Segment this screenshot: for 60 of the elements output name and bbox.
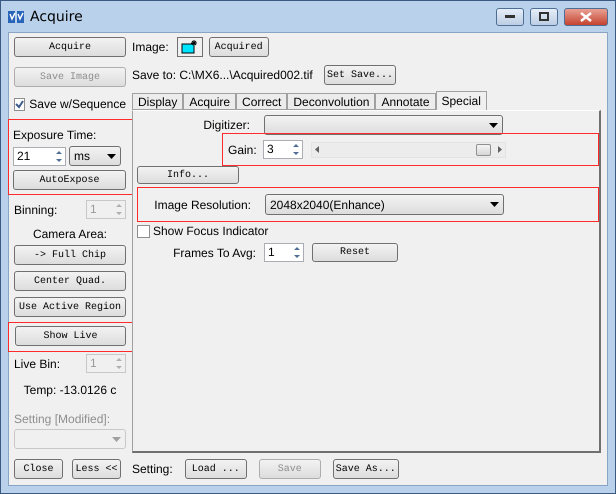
checkbox-label: Save w/Sequence (29, 97, 126, 111)
minimize-button[interactable] (496, 8, 524, 26)
spin-field[interactable]: 3 (263, 140, 303, 159)
live-bin-label: Live Bin: (14, 356, 62, 370)
temperature-reading: Temp: -13.0126 c (22, 383, 118, 397)
show-live-button[interactable]: Show Live (15, 326, 126, 346)
unit-dropdown[interactable]: ms (69, 146, 121, 166)
new-image-icon[interactable] (176, 37, 203, 57)
close-icon (580, 12, 592, 22)
autoexpose-button[interactable]: AutoExpose (13, 170, 126, 190)
camera-area-label: Camera Area: (32, 227, 108, 241)
tab[interactable]: Deconvolution (287, 93, 376, 110)
checkbox-label: Show Focus Indicator (153, 224, 268, 238)
setting-label: Setting [Modified]: (14, 412, 112, 426)
resolution-dropdown[interactable]: 2048x2040(Enhance) (265, 194, 504, 215)
tab[interactable]: Annotate (375, 93, 436, 110)
tab[interactable]: Acquire (183, 93, 236, 110)
window-title: Acquire (30, 8, 84, 24)
dropdown-caret-icon (490, 202, 499, 207)
acquire-button[interactable]: Acquire (14, 37, 126, 57)
checkbox[interactable] (137, 224, 150, 238)
setting-label: Setting: (132, 462, 173, 476)
tab[interactable]: Correct (236, 93, 288, 110)
less-button[interactable]: Less << (72, 459, 121, 479)
resolution-label: Image Resolution: (153, 198, 251, 212)
save-path-text: Save to: C:\MX6...\Acquired002.tif (132, 68, 314, 82)
digitizer-label: Digitizer: (202, 118, 250, 132)
close-window-button[interactable] (564, 8, 608, 26)
dropdown-caret-icon (112, 436, 121, 442)
acquired-image-button[interactable]: Acquired (208, 37, 269, 57)
dropdown-caret-icon (107, 154, 116, 158)
scroll-right-icon[interactable] (498, 146, 502, 153)
spin-field[interactable]: 21 (13, 146, 66, 166)
minimize-icon (505, 14, 515, 18)
info-button[interactable]: Info... (137, 166, 239, 184)
close-button[interactable]: Close (14, 459, 63, 479)
reset-button[interactable]: Reset (312, 243, 398, 262)
setting-button[interactable]: Load ... (184, 459, 247, 479)
set-save-button[interactable]: Set Save... (324, 65, 396, 85)
maximize-button[interactable] (530, 8, 558, 26)
gain-label: Gain: (228, 142, 255, 156)
digitizer-dropdown[interactable] (264, 115, 503, 135)
image-label: Image: (132, 40, 169, 54)
scroll-left-icon[interactable] (315, 146, 319, 153)
dropdown-caret-icon (489, 122, 498, 128)
maximize-icon (539, 12, 549, 21)
camera-area-button[interactable]: -> Full Chip (14, 245, 126, 265)
tab[interactable]: Display (132, 93, 184, 110)
spin-field[interactable]: 1 (264, 243, 304, 262)
checkbox[interactable] (14, 98, 26, 110)
camera-area-button[interactable]: Center Quad. (14, 271, 126, 291)
binning-label: Binning: (14, 202, 58, 216)
camera-area-button[interactable]: Use Active Region (14, 297, 126, 317)
app-logo-icon (8, 10, 24, 22)
slider-thumb[interactable] (476, 144, 491, 156)
exposure-label: Exposure Time: (13, 128, 98, 142)
tab[interactable]: Special (436, 91, 487, 110)
setting-button[interactable]: Save As... (332, 459, 399, 479)
gain-slider[interactable] (311, 142, 506, 158)
frames-label: Frames To Avg: (172, 246, 256, 260)
